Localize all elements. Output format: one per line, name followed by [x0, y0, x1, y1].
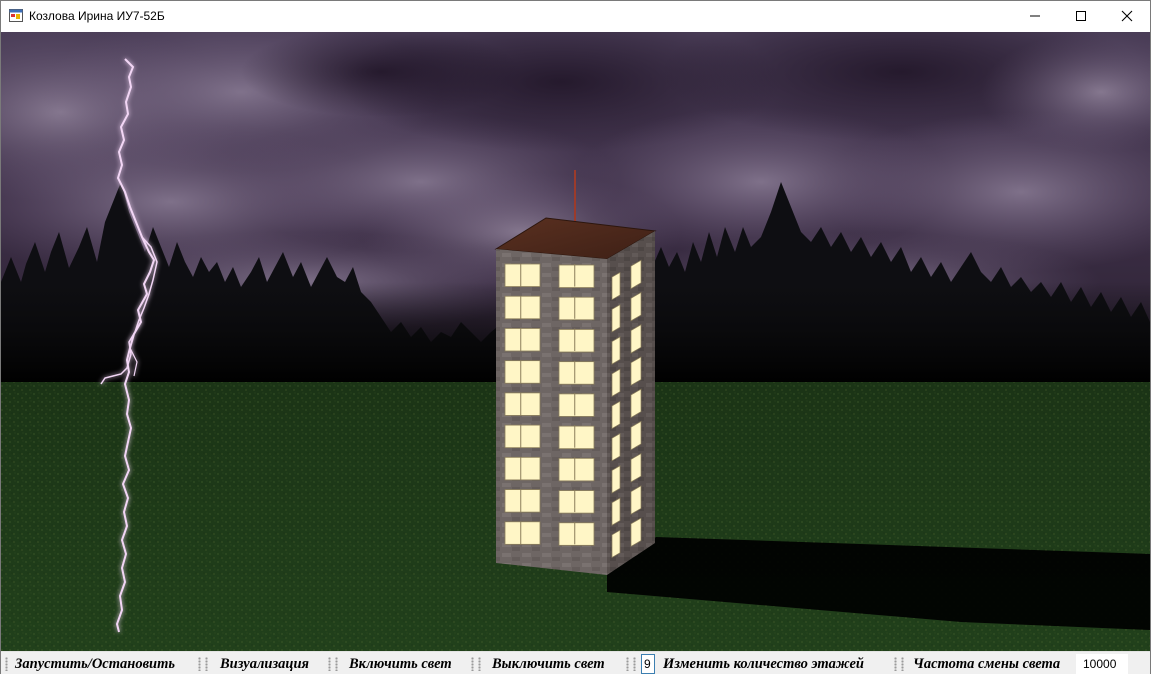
side-window: [611, 368, 621, 397]
close-icon: [1121, 10, 1133, 22]
app-icon: [9, 9, 23, 22]
toolbar-separator: [901, 657, 904, 671]
app-window: Козлова Ирина ИУ7-52Б Запустить/Останови…: [0, 0, 1151, 674]
toolbar-separator: [198, 657, 201, 671]
window: [558, 425, 595, 450]
window: [558, 490, 595, 514]
window: [504, 456, 541, 481]
side-window: [611, 465, 621, 494]
light-on-button[interactable]: Включить свет: [349, 655, 452, 673]
window: [558, 296, 595, 321]
window: [504, 263, 541, 287]
window: [504, 295, 541, 320]
light-frequency-label: Частота смены света: [913, 656, 1061, 672]
window: [558, 361, 595, 385]
side-window: [611, 529, 621, 559]
window: [504, 521, 541, 545]
toolbar-separator: [328, 657, 331, 671]
window: [504, 392, 541, 416]
toolbar-grip[interactable]: [5, 657, 8, 671]
change-floors-button[interactable]: Изменить количество этажей: [663, 655, 864, 673]
close-button[interactable]: [1104, 1, 1150, 31]
toolbar-separator: [205, 657, 208, 671]
window: [504, 328, 541, 352]
minimize-button[interactable]: [1012, 1, 1058, 31]
window: [504, 489, 541, 513]
visualization-button[interactable]: Визуализация: [220, 655, 309, 673]
toolbar: Запустить/Остановить Визуализация Включи…: [1, 651, 1150, 674]
toolbar-separator: [471, 657, 474, 671]
window: [558, 457, 595, 482]
render-canvas[interactable]: [1, 32, 1150, 651]
side-window: [611, 304, 621, 333]
side-window: [611, 432, 621, 462]
window: [558, 393, 595, 417]
toolbar-separator: [894, 657, 897, 671]
maximize-icon: [1076, 11, 1086, 21]
toolbar-separator: [335, 657, 338, 671]
window: [504, 424, 541, 449]
side-window: [611, 497, 621, 526]
window: [504, 360, 541, 384]
toolbar-separator: [626, 657, 629, 671]
maximize-button[interactable]: [1058, 1, 1104, 31]
side-window: [611, 400, 621, 430]
title-bar: Козлова Ирина ИУ7-52Б: [1, 1, 1150, 31]
window: [558, 329, 595, 353]
side-window: [611, 271, 621, 301]
floors-count-input[interactable]: 9: [641, 654, 655, 674]
side-window: [611, 336, 621, 365]
toolbar-separator: [633, 657, 636, 671]
light-off-button[interactable]: Выключить свет: [492, 655, 605, 673]
window-title: Козлова Ирина ИУ7-52Б: [29, 9, 165, 23]
light-frequency-input[interactable]: 10000: [1076, 654, 1128, 674]
minimize-icon: [1030, 15, 1040, 17]
start-stop-button[interactable]: Запустить/Остановить: [15, 655, 175, 673]
window: [558, 264, 595, 288]
window: [558, 522, 595, 546]
scene-svg: [1, 32, 1150, 651]
toolbar-separator: [478, 657, 481, 671]
